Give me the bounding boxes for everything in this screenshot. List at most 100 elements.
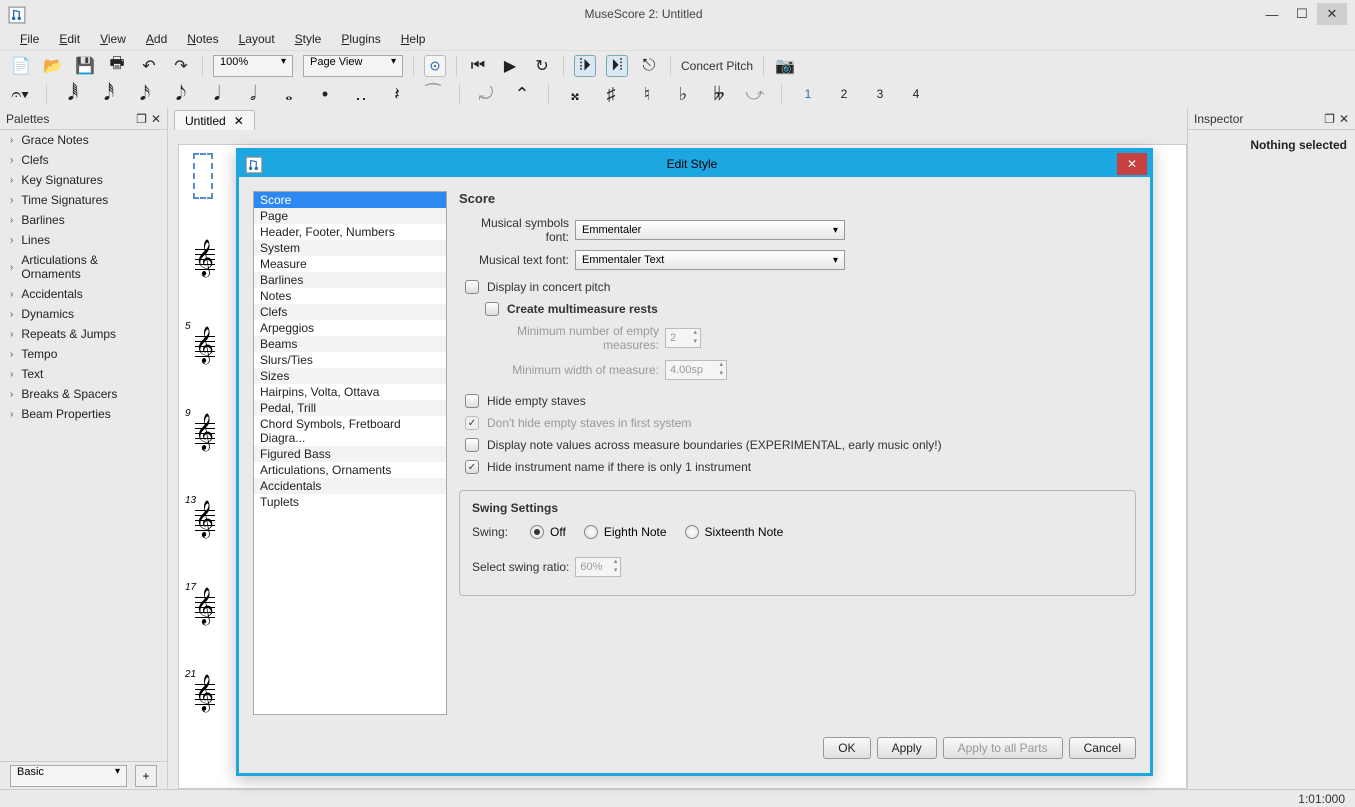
menu-layout[interactable]: Layout <box>231 30 283 48</box>
screenshot-icon[interactable]: 📷 <box>774 55 796 77</box>
new-file-icon[interactable]: 📄 <box>10 55 32 77</box>
print-icon[interactable]: 🖶 <box>106 55 128 77</box>
repeat-end-icon[interactable]: ⏵⦙ <box>606 55 628 77</box>
hide-empty-staves-checkbox[interactable] <box>465 394 479 408</box>
menu-add[interactable]: Add <box>138 30 175 48</box>
staff[interactable]: 𝄞 <box>195 423 215 451</box>
save-icon[interactable]: 💾 <box>74 55 96 77</box>
note-double-dot-icon[interactable]: ‥ <box>351 84 371 105</box>
note-input-mode-icon[interactable]: 𝄐▾ <box>10 84 30 105</box>
flat-icon[interactable]: ♭ <box>673 84 693 105</box>
menu-help[interactable]: Help <box>393 30 434 48</box>
undock-icon[interactable]: ❐ <box>1324 112 1335 126</box>
palette-item[interactable]: ›Repeats & Jumps <box>0 324 167 344</box>
menu-edit[interactable]: Edit <box>51 30 88 48</box>
experimental-checkbox[interactable] <box>465 438 479 452</box>
metronome-icon[interactable] <box>424 55 446 77</box>
close-button[interactable]: ✕ <box>1317 3 1347 25</box>
repeat-start-icon[interactable]: ⦙⏵ <box>574 55 596 77</box>
note-64th-icon[interactable]: 𝅘𝅥𝅱 <box>63 83 83 106</box>
redo-icon[interactable]: ↷ <box>170 55 192 77</box>
multimeasure-checkbox[interactable] <box>485 302 499 316</box>
zoom-select[interactable]: 100% <box>213 55 293 77</box>
view-mode-select[interactable]: Page View <box>303 55 403 77</box>
note-32nd-icon[interactable]: 𝅘𝅥𝅰 <box>99 83 119 106</box>
menu-view[interactable]: View <box>92 30 134 48</box>
cancel-button[interactable]: Cancel <box>1069 737 1136 759</box>
apply-button[interactable]: Apply <box>877 737 937 759</box>
style-category-item[interactable]: Arpeggios <box>254 320 446 336</box>
staff[interactable]: 𝄞 <box>195 684 215 712</box>
style-category-list[interactable]: ScorePageHeader, Footer, NumbersSystemMe… <box>253 191 447 715</box>
dialog-close-button[interactable]: ✕ <box>1117 153 1147 175</box>
marcato-icon[interactable]: ⌃ <box>512 84 532 105</box>
style-category-item[interactable]: Score <box>254 192 446 208</box>
style-category-item[interactable]: Barlines <box>254 272 446 288</box>
minimize-button[interactable]: — <box>1257 3 1287 25</box>
swing-sixteenth-radio[interactable] <box>685 525 699 539</box>
rest-icon[interactable]: 𝄽 <box>387 84 407 105</box>
loop-icon[interactable]: ↻ <box>531 55 553 77</box>
style-category-item[interactable]: Pedal, Trill <box>254 400 446 416</box>
style-category-item[interactable]: System <box>254 240 446 256</box>
undo-icon[interactable]: ↶ <box>138 55 160 77</box>
open-file-icon[interactable]: 📂 <box>42 55 64 77</box>
menu-plugins[interactable]: Plugins <box>333 30 388 48</box>
voice-3[interactable]: 3 <box>870 87 890 101</box>
sharp-icon[interactable]: ♯ <box>601 84 621 105</box>
ok-button[interactable]: OK <box>823 737 870 759</box>
note-dot-icon[interactable]: • <box>315 84 335 105</box>
palette-item[interactable]: ›Lines <box>0 230 167 250</box>
tab-close-icon[interactable]: ✕ <box>234 114 244 128</box>
palette-item[interactable]: ›Text <box>0 364 167 384</box>
pan-icon[interactable]: ⎋ <box>638 55 660 77</box>
note-half-icon[interactable]: 𝅗𝅥 <box>243 83 263 106</box>
voice-2[interactable]: 2 <box>834 87 854 101</box>
palette-item[interactable]: ›Barlines <box>0 210 167 230</box>
note-whole-icon[interactable]: 𝅝 <box>279 84 299 105</box>
palette-item[interactable]: ›Accidentals <box>0 284 167 304</box>
style-category-item[interactable]: Hairpins, Volta, Ottava <box>254 384 446 400</box>
title-frame[interactable] <box>193 153 213 199</box>
style-category-item[interactable]: Tuplets <box>254 494 446 510</box>
flip-icon[interactable]: ⤾ <box>476 84 496 105</box>
staff[interactable]: 𝄞 <box>195 336 215 364</box>
menu-notes[interactable]: Notes <box>179 30 226 48</box>
palette-item[interactable]: ›Clefs <box>0 150 167 170</box>
palette-item[interactable]: ›Beam Properties <box>0 404 167 424</box>
close-panel-icon[interactable]: ✕ <box>1339 112 1349 126</box>
style-category-item[interactable]: Clefs <box>254 304 446 320</box>
style-category-item[interactable]: Page <box>254 208 446 224</box>
style-category-item[interactable]: Header, Footer, Numbers <box>254 224 446 240</box>
beam-icon[interactable]: ⤻ <box>745 84 765 105</box>
min-empty-spinner[interactable]: 2 <box>665 328 701 348</box>
palette-item[interactable]: ›Dynamics <box>0 304 167 324</box>
palette-item[interactable]: ›Key Signatures <box>0 170 167 190</box>
style-category-item[interactable]: Accidentals <box>254 478 446 494</box>
musical-symbols-font-select[interactable]: Emmentaler <box>575 220 845 240</box>
double-flat-icon[interactable]: 𝄫 <box>709 84 729 105</box>
staff[interactable]: 𝄞 <box>195 249 215 277</box>
voice-4[interactable]: 4 <box>906 87 926 101</box>
palette-item[interactable]: ›Breaks & Spacers <box>0 384 167 404</box>
staff[interactable]: 𝄞 <box>195 597 215 625</box>
hide-instrument-checkbox[interactable] <box>465 460 479 474</box>
natural-icon[interactable]: ♮ <box>637 84 657 105</box>
min-width-spinner[interactable]: 4.00sp <box>665 360 727 380</box>
voice-1[interactable]: 1 <box>798 87 818 101</box>
double-sharp-icon[interactable]: 𝄪 <box>565 84 585 105</box>
musical-text-font-select[interactable]: Emmentaler Text <box>575 250 845 270</box>
add-palette-button[interactable]: + <box>135 765 157 787</box>
style-category-item[interactable]: Measure <box>254 256 446 272</box>
style-category-item[interactable]: Beams <box>254 336 446 352</box>
style-category-item[interactable]: Slurs/Ties <box>254 352 446 368</box>
swing-eighth-radio[interactable] <box>584 525 598 539</box>
menu-file[interactable]: File <box>12 30 47 48</box>
palette-item[interactable]: ›Tempo <box>0 344 167 364</box>
close-panel-icon[interactable]: ✕ <box>151 112 161 126</box>
style-category-item[interactable]: Sizes <box>254 368 446 384</box>
palette-mode-select[interactable]: Basic <box>10 765 127 787</box>
note-16th-icon[interactable]: 𝅘𝅥𝅯 <box>135 83 155 106</box>
palette-item[interactable]: ›Time Signatures <box>0 190 167 210</box>
swing-off-radio[interactable] <box>530 525 544 539</box>
